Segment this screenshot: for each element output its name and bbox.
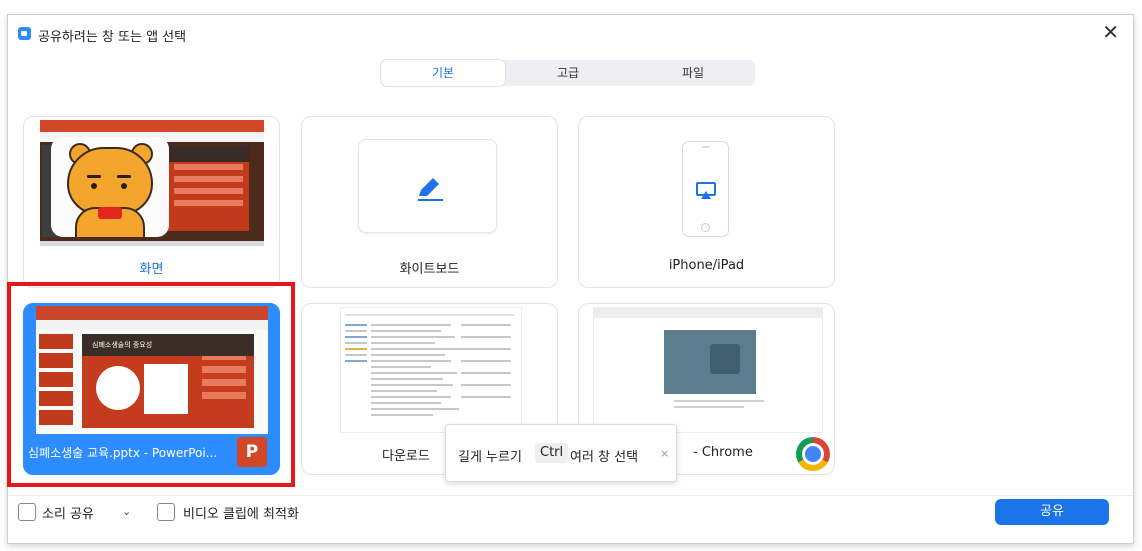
chevron-down-icon[interactable]: ⌄ <box>122 505 131 518</box>
video-clip-checkbox[interactable] <box>157 503 175 521</box>
zoom-logo-icon <box>18 27 31 40</box>
card-whiteboard[interactable]: 화이트보드 <box>301 116 558 288</box>
card-chrome-label: - Chrome <box>693 445 753 460</box>
card-iphone[interactable]: iPhone/iPad <box>578 116 835 288</box>
footer-divider <box>8 495 1133 496</box>
tooltip: 길게 누르기 Ctrl 여러 창 선택 × <box>445 424 677 482</box>
chrome-icon <box>796 437 830 471</box>
chrome-preview <box>593 307 823 433</box>
whiteboard-tile <box>358 139 497 233</box>
close-icon[interactable]: ✕ <box>1102 22 1119 42</box>
dialog-title: 공유하려는 창 또는 앱 선택 <box>38 30 187 45</box>
sound-share-checkbox[interactable] <box>18 503 36 521</box>
pen-icon <box>418 178 443 201</box>
card-screen[interactable]: 화면 <box>23 116 280 288</box>
card-whiteboard-label: 화이트보드 <box>399 262 460 277</box>
screen-preview <box>40 120 264 246</box>
downloads-preview <box>340 307 522 433</box>
title-bar: 공유하려는 창 또는 앱 선택 ✕ <box>8 15 1133 55</box>
card-screen-label: 화면 <box>139 262 164 277</box>
tab-advanced[interactable]: 고급 <box>506 60 630 86</box>
card-iphone-label: iPhone/iPad <box>668 258 745 273</box>
selection-highlight <box>7 282 295 487</box>
sound-share-label: 소리 공유 <box>42 507 94 522</box>
share-button[interactable]: 공유 <box>995 499 1109 525</box>
avatar <box>51 137 169 237</box>
tooltip-prefix: 길게 누르기 <box>458 450 522 465</box>
tab-files[interactable]: 파일 <box>631 60 755 86</box>
tooltip-close-icon[interactable]: × <box>660 447 669 460</box>
tooltip-suffix: 여러 창 선택 <box>570 450 639 465</box>
tab-basic[interactable]: 기본 <box>381 60 505 86</box>
airplay-icon <box>696 182 716 199</box>
video-clip-label: 비디오 클립에 최적화 <box>183 507 299 522</box>
tab-bar: 기본 고급 파일 <box>381 60 755 86</box>
ctrl-key-chip: Ctrl <box>535 443 569 463</box>
iphone-icon <box>682 141 729 237</box>
